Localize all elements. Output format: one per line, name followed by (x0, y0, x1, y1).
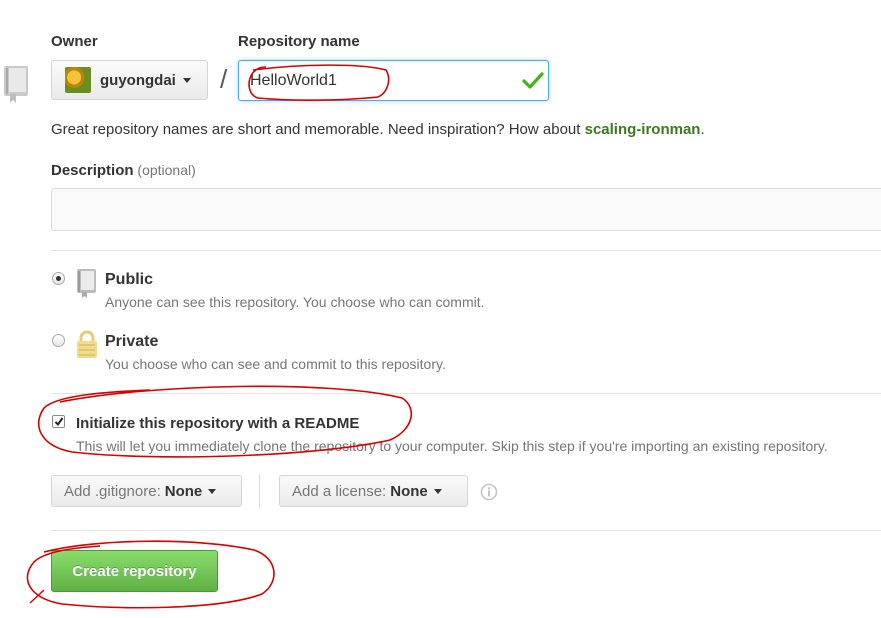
public-description: Anyone can see this repository. You choo… (105, 294, 485, 310)
info-icon[interactable] (480, 483, 498, 501)
private-description: You choose who can see and commit to thi… (105, 356, 446, 372)
license-prefix: Add a license: (292, 482, 387, 500)
gitignore-select[interactable]: Add .gitignore: None (51, 475, 242, 507)
chevron-down-icon (182, 77, 191, 83)
public-radio[interactable] (52, 272, 65, 285)
check-icon (54, 417, 64, 427)
repository-name-input[interactable] (238, 60, 549, 101)
readme-description: This will let you immediately clone the … (76, 438, 828, 454)
repository-name-label: Repository name (238, 33, 360, 50)
create-repository-button[interactable]: Create repository (51, 550, 218, 592)
owner-repo-separator: / (220, 64, 228, 94)
public-title: Public (105, 271, 154, 288)
divider (51, 393, 881, 394)
repository-name-hint: Great repository names are short and mem… (51, 121, 705, 138)
description-input[interactable] (51, 188, 881, 231)
divider (259, 474, 260, 508)
avatar (65, 67, 91, 93)
readme-title: Initialize this repository with a README (76, 415, 360, 432)
description-label-row: Description (optional) (51, 162, 196, 179)
repo-icon (4, 66, 28, 103)
description-label: Description (51, 162, 134, 179)
hint-text: Great repository names are short and mem… (51, 121, 585, 138)
description-optional: (optional) (137, 162, 196, 178)
owner-select-button[interactable]: guyongdai (51, 60, 208, 100)
chevron-down-icon (433, 488, 442, 494)
private-radio[interactable] (52, 334, 65, 347)
owner-name: guyongdai (100, 71, 176, 89)
divider (51, 530, 881, 531)
divider (51, 250, 881, 251)
name-suggestion-link[interactable]: scaling-ironman (585, 121, 701, 138)
private-title: Private (105, 333, 159, 350)
license-value: None (390, 482, 428, 500)
hint-end: . (700, 121, 705, 138)
readme-checkbox[interactable] (52, 415, 65, 428)
chevron-down-icon (208, 488, 217, 494)
check-icon (522, 72, 544, 89)
lock-icon (77, 330, 97, 358)
owner-label: Owner (51, 33, 98, 50)
repo-icon (77, 269, 96, 298)
gitignore-value: None (164, 482, 203, 500)
license-select[interactable]: Add a license: None (279, 475, 468, 507)
gitignore-prefix: Add .gitignore: (64, 482, 161, 500)
